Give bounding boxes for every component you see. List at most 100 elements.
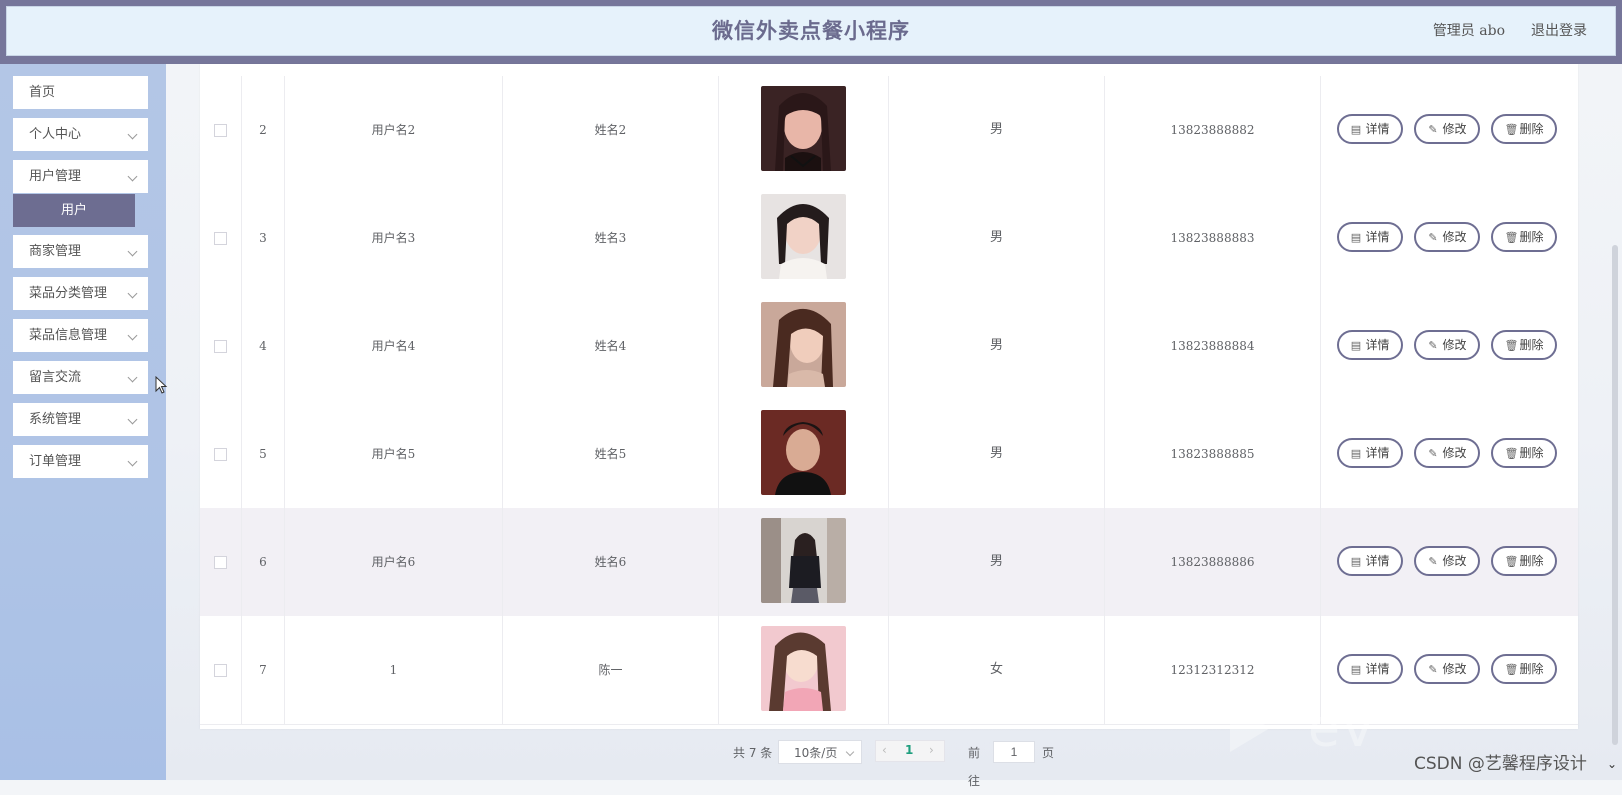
user-photo [761, 302, 846, 387]
mouse-cursor-icon [155, 376, 168, 394]
name-cell: 陈一 [503, 616, 719, 724]
edit-button[interactable]: ✎ 修改 [1414, 222, 1480, 252]
edit-button[interactable]: ✎ 修改 [1414, 546, 1480, 576]
edit-label: 修改 [1442, 554, 1467, 568]
gender-cell: 男 [889, 508, 1105, 616]
user-table: 2 用户名2 姓名2 男 13823888882 ▤ 详情 ✎ 修改 🗑删除 3 用… [200, 64, 1578, 729]
edit-button[interactable]: ✎ 修改 [1414, 330, 1480, 360]
sidebar-item-system-management[interactable]: 系统管理 [13, 403, 148, 436]
chevron-down-icon [127, 246, 138, 257]
detail-button[interactable]: ▤ 详情 [1337, 114, 1403, 144]
logout-link[interactable]: 退出登录 [1531, 7, 1587, 55]
chevron-down-icon [127, 171, 138, 182]
next-page-icon[interactable]: › [929, 743, 934, 757]
username-cell: 用户名3 [285, 184, 503, 292]
document-icon: ▤ [1350, 231, 1362, 244]
detail-button[interactable]: ▤ 详情 [1337, 654, 1403, 684]
detail-button[interactable]: ▤ 详情 [1337, 330, 1403, 360]
user-photo [761, 518, 846, 603]
index-cell: 5 [242, 400, 285, 508]
chevron-down-icon [127, 288, 138, 299]
detail-label: 详情 [1365, 338, 1390, 352]
row-checkbox[interactable] [214, 124, 227, 137]
phone-cell: 13823888886 [1105, 508, 1321, 616]
actions-cell: ▤ 详情 ✎ 修改 🗑删除 [1321, 184, 1578, 292]
row-checkbox[interactable] [214, 664, 227, 677]
sidebar-item-label: 个人中心 [29, 127, 82, 142]
table-row: 4 用户名4 姓名4 男 13823888884 ▤ 详情 ✎ 修改 🗑删除 [200, 292, 1578, 401]
delete-label: 删除 [1519, 338, 1544, 352]
detail-button[interactable]: ▤ 详情 [1337, 222, 1403, 252]
delete-button[interactable]: 🗑删除 [1491, 546, 1557, 576]
phone-cell: 13823888884 [1105, 292, 1321, 400]
row-checkbox[interactable] [214, 556, 227, 569]
scroll-down-icon[interactable]: ⌄ [1607, 757, 1617, 771]
goto-page-input[interactable] [993, 741, 1035, 763]
detail-label: 详情 [1365, 554, 1390, 568]
sidebar-item-merchant-management[interactable]: 商家管理 [13, 235, 148, 268]
detail-label: 详情 [1365, 446, 1390, 460]
row-checkbox[interactable] [214, 232, 227, 245]
detail-button[interactable]: ▤ 详情 [1337, 546, 1403, 576]
photo-cell [719, 76, 889, 184]
submenu-item-user[interactable]: 用户 [13, 194, 135, 227]
delete-button[interactable]: 🗑删除 [1491, 114, 1557, 144]
pencil-icon: ✎ [1428, 231, 1438, 244]
detail-label: 详情 [1365, 122, 1390, 136]
delete-button[interactable]: 🗑删除 [1491, 654, 1557, 684]
detail-button[interactable]: ▤ 详情 [1337, 438, 1403, 468]
sidebar-item-dish-category-management[interactable]: 菜品分类管理 [13, 277, 148, 310]
index-cell: 2 [242, 76, 285, 184]
sidebar-item-label: 订单管理 [29, 454, 82, 469]
sidebar-item-dish-info-management[interactable]: 菜品信息管理 [13, 319, 148, 352]
name-cell: 姓名3 [503, 184, 719, 292]
top-header: 微信外卖点餐小程序 管理员 abo 退出登录 [0, 0, 1622, 64]
document-icon: ▤ [1350, 123, 1362, 136]
page-unit-label: 页 [1042, 746, 1055, 760]
gender-cell: 女 [889, 616, 1105, 724]
vertical-scrollbar[interactable] [1612, 245, 1618, 745]
sidebar-item-messages[interactable]: 留言交流 [13, 361, 148, 394]
prev-page-icon[interactable]: ‹ [882, 743, 887, 757]
edit-button[interactable]: ✎ 修改 [1414, 438, 1480, 468]
app-title: 微信外卖点餐小程序 [712, 18, 910, 43]
pencil-icon: ✎ [1428, 447, 1438, 460]
user-photo [761, 194, 846, 279]
header-bar: 微信外卖点餐小程序 管理员 abo 退出登录 [6, 6, 1616, 56]
trash-icon: 🗑 [1504, 339, 1519, 352]
actions-cell: ▤ 详情 ✎ 修改 🗑删除 [1321, 508, 1578, 616]
edit-button[interactable]: ✎ 修改 [1414, 114, 1480, 144]
sidebar-item-label: 系统管理 [29, 412, 82, 427]
delete-button[interactable]: 🗑删除 [1491, 330, 1557, 360]
sidebar-item-user-management[interactable]: 用户管理 [13, 160, 148, 193]
trash-icon: 🗑 [1504, 555, 1519, 568]
edit-label: 修改 [1442, 446, 1467, 460]
edit-button[interactable]: ✎ 修改 [1414, 654, 1480, 684]
row-checkbox[interactable] [214, 448, 227, 461]
delete-label: 删除 [1519, 446, 1544, 460]
detail-label: 详情 [1365, 230, 1390, 244]
chevron-down-icon [127, 372, 138, 383]
document-icon: ▤ [1350, 555, 1362, 568]
gender-cell: 男 [889, 400, 1105, 508]
row-select-cell [200, 184, 242, 292]
row-checkbox[interactable] [214, 340, 227, 353]
trash-icon: 🗑 [1504, 663, 1519, 676]
photo-cell [719, 184, 889, 292]
name-cell: 姓名5 [503, 400, 719, 508]
actions-cell: ▤ 详情 ✎ 修改 🗑删除 [1321, 76, 1578, 184]
gender-cell: 男 [889, 76, 1105, 184]
phone-cell: 13823888883 [1105, 184, 1321, 292]
sidebar-item-home[interactable]: 首页 [13, 76, 148, 109]
sidebar-item-order-management[interactable]: 订单管理 [13, 445, 148, 478]
row-select-cell [200, 76, 242, 184]
page-size-value: 10条/页 [794, 746, 838, 760]
page-number-current[interactable]: 1 [905, 743, 913, 757]
user-photo [761, 626, 846, 711]
delete-button[interactable]: 🗑删除 [1491, 438, 1557, 468]
delete-button[interactable]: 🗑删除 [1491, 222, 1557, 252]
page-size-select[interactable]: 10条/页 [778, 740, 862, 764]
sidebar-item-profile[interactable]: 个人中心 [13, 118, 148, 151]
admin-label: 管理员 abo [1432, 23, 1505, 39]
table-row: 2 用户名2 姓名2 男 13823888882 ▤ 详情 ✎ 修改 🗑删除 [200, 76, 1578, 185]
